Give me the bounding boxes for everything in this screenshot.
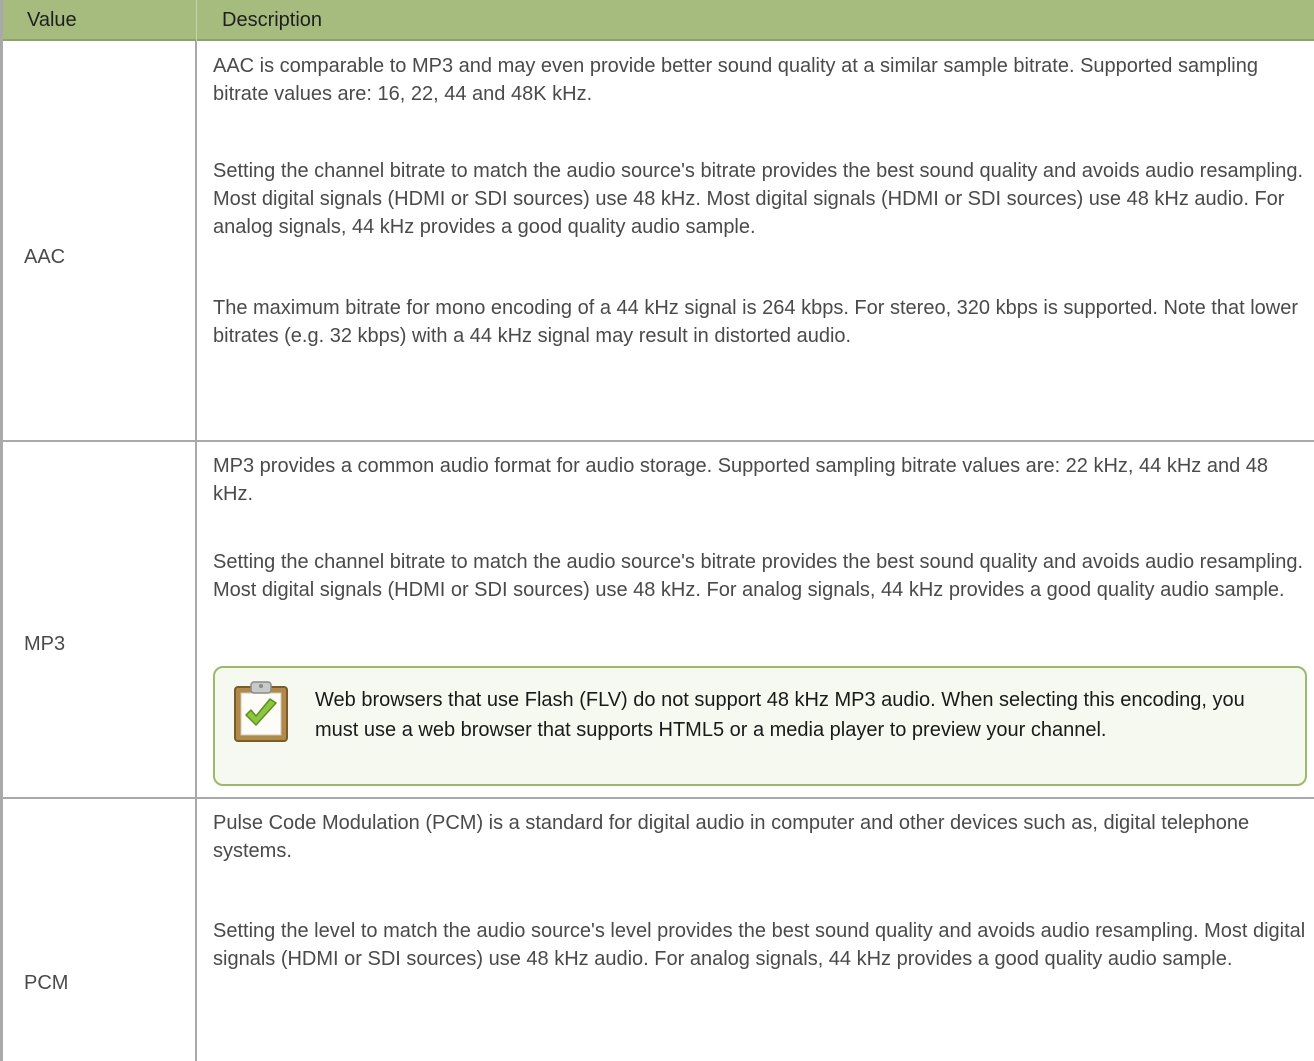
header-value: Value — [27, 9, 77, 31]
clipboard-check-icon — [234, 681, 288, 742]
row-pcm-paragraph-2: Setting the level to match the audio sou… — [213, 920, 1306, 970]
note-callout: Web browsers that use Flash (FLV) do not… — [213, 666, 1307, 786]
row-divider-2 — [3, 797, 1314, 799]
row-mp3-paragraph-1: MP3 provides a common audio format for a… — [213, 455, 1269, 505]
table-header-row: Value Description — [3, 0, 1314, 41]
header-separator — [196, 0, 197, 41]
row-aac-value: AAC — [24, 246, 66, 268]
row-aac-paragraph-1: AAC is comparable to MP3 and may even pr… — [213, 55, 1258, 105]
note-text: Web browsers that use Flash (FLV) do not… — [315, 689, 1245, 741]
row-divider-1 — [3, 440, 1314, 442]
header-description: Description — [222, 9, 323, 31]
row-pcm-paragraph-1: Pulse Code Modulation (PCM) is a standar… — [213, 812, 1250, 862]
row-aac-paragraph-3: The maximum bitrate for mono encoding of… — [213, 297, 1298, 347]
column-divider — [195, 41, 197, 1061]
audio-encoding-table: Value Description AAC AAC is comparable … — [0, 0, 1314, 1061]
row-mp3-paragraph-2: Setting the channel bitrate to match the… — [213, 551, 1304, 601]
row-pcm-value: PCM — [24, 972, 69, 994]
row-mp3-value: MP3 — [24, 633, 66, 655]
row-aac-paragraph-2: Setting the channel bitrate to match the… — [213, 160, 1304, 238]
